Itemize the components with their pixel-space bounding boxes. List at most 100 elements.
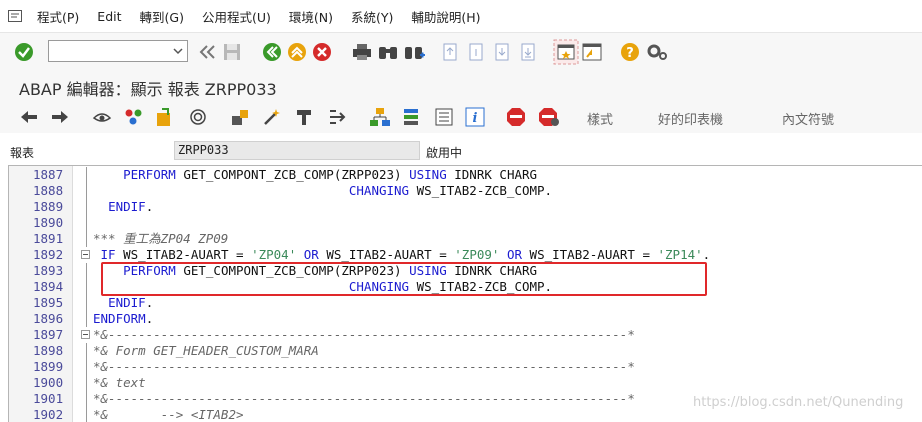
code-token: *** 重工為ZP04 ZP09 [93, 231, 229, 246]
page-title: ABAP 編輯器：顯示 報表 ZRPP033 [19, 80, 277, 99]
set-breakpoint-icon[interactable] [506, 107, 526, 130]
svg-text:?: ? [626, 46, 634, 61]
pattern-icon[interactable] [327, 107, 347, 130]
code-token: OR [506, 247, 523, 262]
code-token: WS_ITAB2-AUART = [115, 247, 252, 262]
code-line: 1899 *&----------------------------------… [9, 359, 922, 375]
generate-shortcut-icon[interactable] [582, 43, 602, 64]
code-token: *& text [93, 375, 146, 390]
code-token: *& Form GET_HEADER_CUSTOM_MARA [93, 343, 319, 358]
menu-icon[interactable] [8, 10, 22, 22]
next-page-icon[interactable] [494, 43, 510, 64]
print-icon[interactable] [352, 43, 372, 64]
where-used-icon[interactable] [188, 108, 208, 129]
breakpoint-icon[interactable] [294, 107, 314, 130]
menu-environment[interactable]: 環境(N) [280, 7, 342, 26]
menu-utilities[interactable]: 公用程式(U) [193, 7, 280, 26]
code-line: 1892 IF WS_ITAB2-AUART = 'ZP04' OR WS_IT… [9, 247, 922, 263]
create-session-icon[interactable] [553, 39, 579, 68]
arrow-left-icon[interactable] [20, 109, 38, 128]
code-line: 1896 ENDFORM. [9, 311, 922, 327]
code-text: ENDIF. [93, 295, 153, 311]
code-line: 1897 *&----------------------------------… [9, 327, 922, 343]
menu-help[interactable]: 輔助說明(H) [402, 7, 489, 26]
external-breakpoint-icon[interactable] [538, 107, 560, 130]
code-token: WS_ITAB2-AUART = [318, 247, 455, 262]
menu-bar: 程式(P) Edit 轉到(G) 公用程式(U) 環境(N) 系統(Y) 輔助說… [0, 0, 922, 33]
code-line: 1898 *& Form GET_HEADER_CUSTOM_MARA [9, 343, 922, 359]
pretty-printer-button[interactable]: 好的印表機 [658, 109, 723, 128]
code-token: OR [303, 247, 319, 262]
pretty-printer-style-button[interactable]: 樣式 [587, 109, 613, 128]
code-text: *&--------------------------------------… [93, 327, 635, 343]
stack-icon[interactable] [401, 107, 421, 130]
display-change-icon[interactable] [92, 108, 112, 129]
exit-icon[interactable] [287, 42, 307, 65]
enter-check-icon[interactable] [14, 42, 34, 65]
line-number: 1902 [33, 407, 64, 422]
other-object-icon[interactable] [124, 108, 144, 129]
hierarchy-icon[interactable] [369, 107, 391, 130]
line-number: 1896 [33, 311, 64, 326]
line-number: 1901 [33, 391, 64, 406]
code-token: WS_ITAB2-ZCB_COMP. [409, 183, 553, 198]
display-list-icon[interactable] [434, 107, 454, 130]
standard-toolbar: ? [0, 33, 922, 71]
line-number: 1894 [33, 279, 64, 294]
code-token: *&--------------------------------------… [93, 327, 635, 342]
code-text: *& --> <ITAB2> [93, 407, 244, 422]
cancel-icon[interactable] [312, 42, 332, 65]
chevron-down-icon[interactable] [171, 44, 185, 58]
code-token: USING [409, 167, 447, 182]
line-number: 1897 [33, 327, 64, 342]
code-line: 1895 ENDIF. [9, 295, 922, 311]
code-line: 1891 *** 重工為ZP04 ZP09 [9, 231, 922, 247]
command-field[interactable] [48, 40, 188, 62]
line-number: 1899 [33, 359, 64, 374]
line-number: 1898 [33, 343, 64, 358]
first-page-icon[interactable] [442, 43, 458, 64]
save-icon[interactable] [223, 43, 241, 64]
code-token: . [145, 295, 154, 310]
code-text: ENDIF. [93, 199, 153, 215]
code-line: 1888 CHANGING WS_ITAB2-ZCB_COMP. [9, 183, 922, 199]
menu-program[interactable]: 程式(P) [28, 7, 88, 26]
code-token: . [145, 199, 154, 214]
help-icon[interactable]: ? [620, 42, 640, 65]
command-input[interactable] [51, 42, 173, 62]
activate-icon[interactable] [154, 107, 174, 130]
info-icon[interactable]: i [465, 107, 485, 130]
find-next-icon[interactable] [404, 43, 426, 64]
code-token: 'ZP04' [251, 247, 297, 262]
text-symbols-button[interactable]: 內文符號 [782, 109, 834, 128]
line-number: 1893 [33, 263, 64, 278]
code-line: 1889 ENDIF. [9, 199, 922, 215]
program-info-row: 報表 ZRPP033 啟用中 [0, 139, 922, 163]
line-number: 1889 [33, 199, 64, 214]
previous-page-icon[interactable] [468, 43, 484, 64]
code-line: 1900 *& text [9, 375, 922, 391]
arrow-right-icon[interactable] [51, 109, 69, 128]
menu-system[interactable]: 系統(Y) [342, 7, 402, 26]
customize-layout-icon[interactable] [646, 42, 668, 65]
code-token: *& --> <ITAB2> [93, 407, 244, 422]
code-text: IF WS_ITAB2-AUART = 'ZP04' OR WS_ITAB2-A… [93, 247, 711, 263]
code-token: 'ZP09' [454, 247, 500, 262]
code-token: GET_COMPONT_ZCB_COMP(ZRPP023) [175, 167, 410, 182]
code-line: 1890 [9, 215, 922, 231]
magic-wand-icon[interactable] [262, 107, 282, 130]
code-text: *& Form GET_HEADER_CUSTOM_MARA [93, 343, 319, 359]
code-token: . [145, 311, 154, 326]
title-bar: ABAP 編輯器：顯示 報表 ZRPP033 [0, 71, 922, 101]
back-double-arrow-icon[interactable] [198, 44, 216, 63]
code-text: ENDFORM. [93, 311, 153, 327]
object-list-icon[interactable] [230, 107, 250, 130]
last-page-icon[interactable] [520, 43, 536, 64]
back-icon[interactable] [262, 42, 282, 65]
menu-goto[interactable]: 轉到(G) [131, 7, 193, 26]
find-icon[interactable] [378, 43, 398, 64]
menu-edit[interactable]: Edit [88, 9, 130, 24]
